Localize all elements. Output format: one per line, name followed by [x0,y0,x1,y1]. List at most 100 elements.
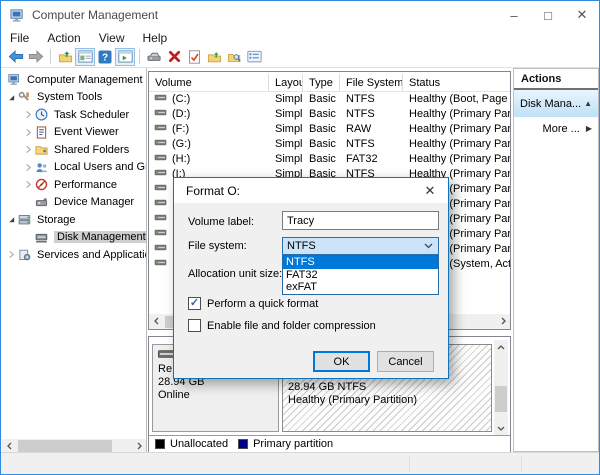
dropdown-option-exfat[interactable]: exFAT [283,281,438,294]
help-icon[interactable]: ? [95,48,115,66]
ok-button[interactable]: OK [313,351,370,372]
volume-row[interactable]: (H:)SimpleBasicFAT32Healthy (Primary Par… [149,151,510,166]
chevron-collapsed-icon[interactable] [5,250,18,259]
folder-search-icon[interactable] [224,48,244,66]
scroll-right-icon[interactable] [496,314,510,328]
chevron-collapsed-icon[interactable] [22,180,35,189]
computer-management-app-icon[interactable] [10,8,25,23]
format-dialog-title: Format O: [186,184,240,198]
sidebar-item-storage[interactable]: Storage [2,211,146,229]
sidebar-item-local-users-and-gro[interactable]: Local Users and Gro [2,159,146,177]
legend-swatch [238,439,248,449]
type-cell: Basic [303,153,340,165]
dialog-close-icon[interactable]: ✕ [412,178,448,203]
sidebar-item-disk-management[interactable]: Disk Management [2,229,146,247]
legend-swatch [155,439,165,449]
layout-cell: Simple [269,93,303,105]
volume-row[interactable]: (D:)SimpleBasicNTFSHealthy (Primary Part [149,106,510,121]
disk-management-icon [35,231,50,244]
sidebar-item-system-tools[interactable]: System Tools [2,89,146,107]
folder-up-icon[interactable] [204,48,224,66]
volume-letter: (F:) [172,123,189,135]
minimize-icon[interactable]: – [497,1,531,29]
console-window-show-icon[interactable] [115,48,135,66]
scroll-left-icon[interactable] [2,439,16,453]
menu-help[interactable]: Help [134,31,177,45]
close-icon[interactable]: ✕ [565,1,599,29]
dropdown-option-ntfs[interactable]: NTFS [283,256,438,269]
scroll-up-icon[interactable] [494,340,508,354]
scrollbar-thumb[interactable] [495,386,507,412]
task-scheduler-icon [35,108,50,121]
device-manager-icon [35,196,50,209]
column-header-file-system[interactable]: File System [340,74,403,91]
tools-icon [18,91,33,104]
menu-file[interactable]: File [1,31,38,45]
console-window-icon[interactable] [75,48,95,66]
chevron-expanded-icon[interactable] [5,93,18,102]
delete-icon[interactable] [164,48,184,66]
disk-vertical-scrollbar[interactable] [494,340,508,435]
cancel-button[interactable]: Cancel [377,351,434,372]
volume-icon [154,228,167,240]
chevron-collapsed-icon[interactable] [22,128,35,137]
volume-row[interactable]: (G:)SimpleBasicNTFSHealthy (Primary Part [149,136,510,151]
scroll-left-icon[interactable] [149,314,163,328]
sidebar-item-device-manager[interactable]: Device Manager [2,194,146,212]
scroll-down-icon[interactable] [494,421,508,435]
tree-horizontal-scrollbar[interactable] [2,439,146,453]
column-header-volume[interactable]: Volume [149,74,269,91]
chevron-collapsed-icon[interactable] [22,110,35,119]
quick-format-checkbox[interactable]: ✓ [188,297,201,310]
file-system-select[interactable]: NTFS [282,237,439,255]
statusbar [1,452,599,474]
sidebar-item-label: Local Users and Gro [54,161,147,173]
disk-status-label: Online [158,389,278,402]
volume-table-header: VolumeLayoutTypeFile SystemStatus [149,74,510,92]
export-list-icon[interactable] [55,48,75,66]
volume-icon [154,153,167,165]
properties-icon[interactable] [244,48,264,66]
sidebar-item-shared-folders[interactable]: Shared Folders [2,141,146,159]
volume-icon [154,183,167,195]
file-system-value: NTFS [287,240,316,252]
volume-row[interactable]: (F:)SimpleBasicRAWHealthy (Primary Part [149,121,510,136]
volume-icon [154,258,167,270]
actions-more-item[interactable]: More ... ▶ [514,117,598,140]
actions-disk-management-item[interactable]: Disk Mana... ▲ [514,90,598,117]
sidebar-item-label: System Tools [37,91,102,103]
back-icon[interactable] [6,48,26,66]
volume-row[interactable]: (C:)SimpleBasicNTFSHealthy (Boot, Page F [149,91,510,106]
forward-icon[interactable] [26,48,46,66]
chevron-collapsed-icon[interactable] [22,145,35,154]
volume-label-caption: Volume label: [188,216,254,228]
chevron-collapsed-icon[interactable] [22,163,35,172]
sidebar-item-services-and-applicatio[interactable]: Services and Applicatio [2,246,146,264]
maximize-icon[interactable]: □ [531,1,565,29]
scroll-right-icon[interactable] [132,439,146,453]
volume-label-input[interactable] [282,211,439,230]
titlebar: Computer Management – □ ✕ [1,1,599,29]
check-document-icon[interactable] [184,48,204,66]
column-header-layout[interactable]: Layout [269,74,303,91]
device-icon[interactable] [144,48,164,66]
sidebar-item-event-viewer[interactable]: Event Viewer [2,124,146,142]
volume-letter: (H:) [172,153,190,165]
chevron-expanded-icon[interactable] [5,215,18,224]
type-cell: Basic [303,93,340,105]
layout-cell: Simple [269,138,303,150]
volume-icon [154,123,167,135]
menu-view[interactable]: View [90,31,134,45]
menu-action[interactable]: Action [38,31,89,45]
sidebar-item-task-scheduler[interactable]: Task Scheduler [2,106,146,124]
column-header-type[interactable]: Type [303,74,340,91]
sidebar-item-label: Shared Folders [54,144,129,156]
sidebar-item-computer-management-l[interactable]: Computer Management (L [2,71,146,89]
sidebar-item-performance[interactable]: Performance [2,176,146,194]
column-header-status[interactable]: Status [403,74,510,91]
sidebar-tree: Computer Management (L System Tools Task S… [2,71,146,264]
scrollbar-thumb[interactable] [18,440,112,452]
collapse-up-icon[interactable]: ▲ [584,99,592,108]
compression-checkbox[interactable] [188,319,201,332]
dropdown-option-fat32[interactable]: FAT32 [283,269,438,282]
